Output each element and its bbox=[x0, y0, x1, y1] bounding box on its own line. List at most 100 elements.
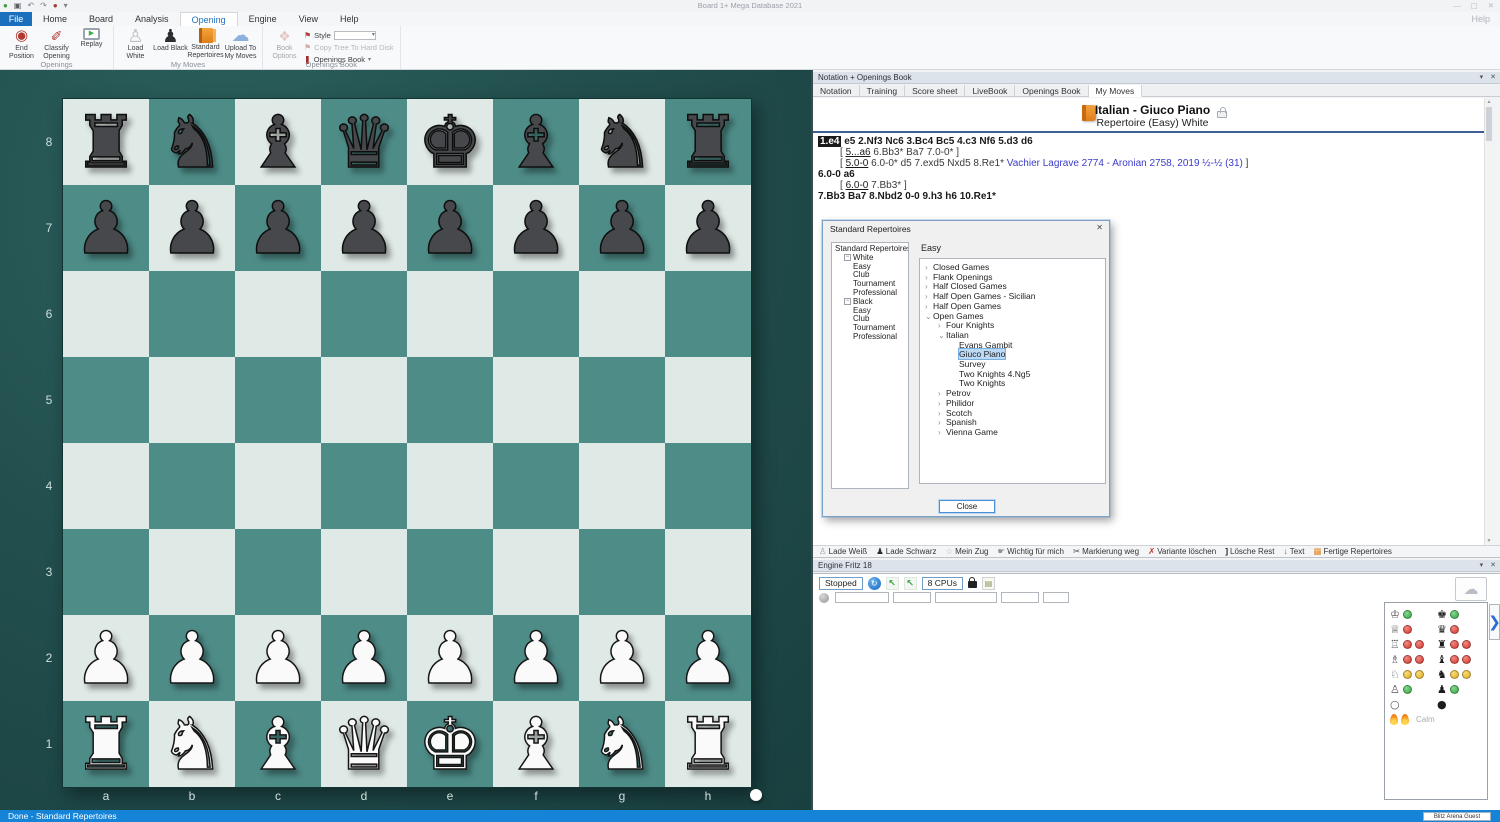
move-text[interactable]: 6.0-0 a6 bbox=[818, 169, 855, 180]
dialog-close-icon[interactable]: ✕ bbox=[1096, 223, 1103, 232]
chevron-right-icon[interactable]: › bbox=[938, 389, 946, 399]
square-h2[interactable]: ♟ bbox=[665, 615, 751, 701]
square-f8[interactable]: ♝ bbox=[493, 99, 579, 185]
close-icon[interactable]: ✕ bbox=[1490, 72, 1496, 84]
square-a3[interactable] bbox=[63, 529, 149, 615]
yellow-dot[interactable] bbox=[1462, 670, 1471, 679]
red-dot[interactable] bbox=[1450, 640, 1459, 649]
game-reference[interactable]: Vachier Lagrave 2774 - Aronian 2758, 201… bbox=[1007, 158, 1243, 169]
move-text[interactable]: 6.0-0* d5 7.exd5 Nxd5 8.Re1* bbox=[868, 158, 1006, 169]
style-combobox[interactable]: ▾ bbox=[334, 31, 376, 40]
tree-item-vienna-game[interactable]: ›Vienna Game bbox=[920, 428, 1105, 438]
green-dot[interactable] bbox=[1450, 610, 1459, 619]
move-text[interactable]: 7.Bb3 Ba7 8.Nbd2 0-0 9.h3 h6 10.Re1* bbox=[818, 191, 996, 202]
chevron-right-icon[interactable]: › bbox=[925, 292, 933, 302]
collapse-icon[interactable]: ▾ bbox=[1480, 560, 1484, 572]
square-a8[interactable]: ♜ bbox=[63, 99, 149, 185]
square-b4[interactable] bbox=[149, 443, 235, 529]
square-e1[interactable]: ♚ bbox=[407, 701, 493, 787]
notation-tab-notation[interactable]: Notation bbox=[813, 85, 860, 96]
menu-tab-board[interactable]: Board bbox=[78, 12, 124, 26]
tree-item-professional[interactable]: Professional bbox=[832, 333, 908, 342]
engine-panel-header[interactable]: Engine Fritz 18 ▾✕ bbox=[813, 560, 1500, 572]
yellow-dot[interactable] bbox=[1450, 670, 1459, 679]
square-f2[interactable]: ♟ bbox=[493, 615, 579, 701]
notation-tab-openings-book[interactable]: Openings Book bbox=[1015, 85, 1088, 96]
scrollbar-thumb[interactable] bbox=[1486, 107, 1492, 141]
square-d7[interactable]: ♟ bbox=[321, 185, 407, 271]
square-d6[interactable] bbox=[321, 271, 407, 357]
square-c7[interactable]: ♟ bbox=[235, 185, 321, 271]
collapse-icon[interactable]: ▾ bbox=[1480, 72, 1484, 84]
chevron-right-icon[interactable]: › bbox=[925, 273, 933, 283]
green-dot[interactable] bbox=[1403, 685, 1412, 694]
square-a2[interactable]: ♟ bbox=[63, 615, 149, 701]
move-text[interactable]: 5...a6 bbox=[846, 147, 871, 158]
collapse-icon[interactable]: − bbox=[844, 254, 851, 261]
close-icon[interactable]: ✕ bbox=[1490, 560, 1496, 572]
move-text[interactable]: 6.0-0 bbox=[846, 180, 869, 191]
file-menu-button[interactable]: File bbox=[0, 12, 32, 26]
square-d1[interactable]: ♛ bbox=[321, 701, 407, 787]
square-f5[interactable] bbox=[493, 357, 579, 443]
toolbar-item-lade-schwarz[interactable]: ♟Lade Schwarz bbox=[876, 547, 936, 556]
chevron-right-icon[interactable]: › bbox=[938, 428, 946, 438]
cloud-engine-button[interactable]: ☁ bbox=[1455, 577, 1487, 601]
square-c8[interactable]: ♝ bbox=[235, 99, 321, 185]
move-text[interactable]: 6.Bb3* Ba7 7.0-0* ] bbox=[871, 147, 959, 158]
square-a6[interactable] bbox=[63, 271, 149, 357]
square-c6[interactable] bbox=[235, 271, 321, 357]
square-b3[interactable] bbox=[149, 529, 235, 615]
square-f4[interactable] bbox=[493, 443, 579, 529]
scroll-down-icon[interactable]: ▼ bbox=[1485, 537, 1493, 545]
red-dot[interactable] bbox=[1403, 640, 1412, 649]
move-text[interactable]: ] bbox=[1243, 158, 1249, 169]
chevron-down-icon[interactable]: ⌄ bbox=[938, 331, 946, 341]
menu-tab-home[interactable]: Home bbox=[32, 12, 78, 26]
engine-settings-icon[interactable]: ▤ bbox=[982, 577, 995, 590]
square-e5[interactable] bbox=[407, 357, 493, 443]
square-h3[interactable] bbox=[665, 529, 751, 615]
square-b5[interactable] bbox=[149, 357, 235, 443]
engine-field-5[interactable] bbox=[1043, 592, 1069, 603]
load-black-button[interactable]: ♟Load Black bbox=[153, 27, 188, 60]
chevron-right-icon[interactable]: › bbox=[938, 418, 946, 428]
square-a1[interactable]: ♜ bbox=[63, 701, 149, 787]
square-e8[interactable]: ♚ bbox=[407, 99, 493, 185]
square-e7[interactable]: ♟ bbox=[407, 185, 493, 271]
chevron-right-icon[interactable]: › bbox=[938, 321, 946, 331]
tree-item-evans-gambit[interactable]: Evans Gambit bbox=[920, 341, 1105, 351]
scroll-up-icon[interactable]: ▲ bbox=[1485, 98, 1493, 106]
square-b6[interactable] bbox=[149, 271, 235, 357]
notation-tab-training[interactable]: Training bbox=[860, 85, 905, 96]
red-dot[interactable] bbox=[1403, 655, 1412, 664]
menu-tab-engine[interactable]: Engine bbox=[238, 12, 288, 26]
square-c5[interactable] bbox=[235, 357, 321, 443]
red-dot[interactable] bbox=[1450, 625, 1459, 634]
square-b2[interactable]: ♟ bbox=[149, 615, 235, 701]
red-dot[interactable] bbox=[1403, 625, 1412, 634]
close-icon[interactable]: ✕ bbox=[1488, 1, 1494, 11]
square-h6[interactable] bbox=[665, 271, 751, 357]
square-g5[interactable] bbox=[579, 357, 665, 443]
square-a5[interactable] bbox=[63, 357, 149, 443]
engine-field-1[interactable] bbox=[835, 592, 889, 603]
classify-opening-button[interactable]: ✐Classify Opening bbox=[39, 27, 74, 60]
toolbar-item-text[interactable]: ↓Text bbox=[1284, 547, 1305, 556]
tree-item-two-knights-4-ng5[interactable]: Two Knights 4.Ng5 bbox=[920, 370, 1105, 380]
red-dot[interactable] bbox=[1450, 655, 1459, 664]
tree-item-giuco-piano[interactable]: Giuco Piano bbox=[920, 350, 1105, 360]
engine-field-2[interactable] bbox=[893, 592, 931, 603]
tree-item-easy[interactable]: Easy bbox=[832, 307, 908, 316]
square-c4[interactable] bbox=[235, 443, 321, 529]
menu-tab-view[interactable]: View bbox=[288, 12, 329, 26]
square-b7[interactable]: ♟ bbox=[149, 185, 235, 271]
notation-scrollbar[interactable]: ▲ ▼ bbox=[1484, 98, 1492, 545]
engine-switch-icon[interactable]: ↻ bbox=[868, 577, 881, 590]
notation-tab-livebook[interactable]: LiveBook bbox=[965, 85, 1015, 96]
move-text[interactable]: 1.e4 bbox=[818, 136, 841, 147]
chevron-right-icon[interactable]: › bbox=[925, 282, 933, 292]
upload-to-my-moves-button[interactable]: Upload To My Moves bbox=[223, 27, 258, 60]
square-g7[interactable]: ♟ bbox=[579, 185, 665, 271]
chevron-right-icon[interactable]: › bbox=[938, 399, 946, 409]
